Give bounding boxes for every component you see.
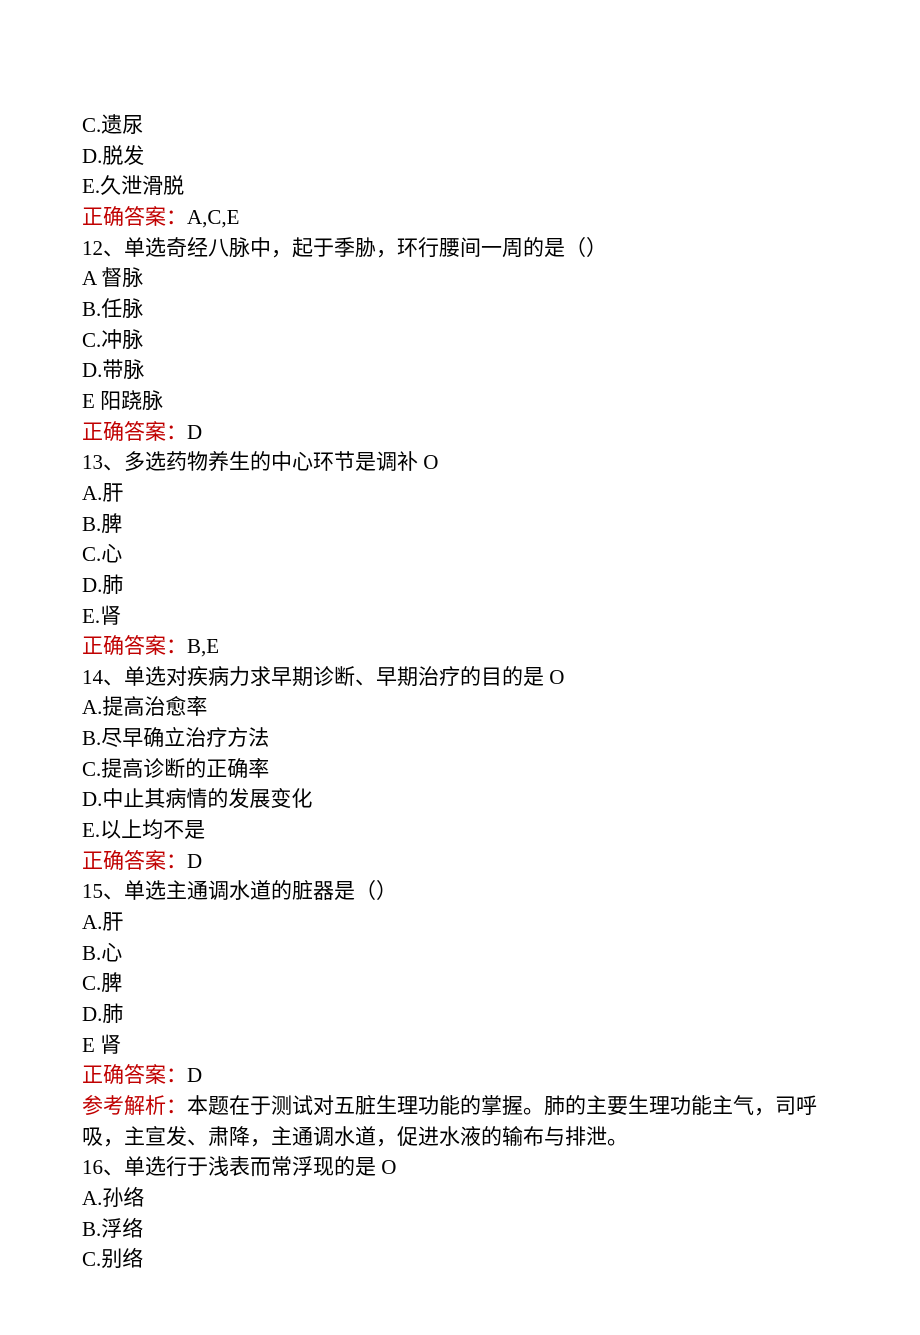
q16-option-b: B.浮络 <box>82 1214 838 1245</box>
q12-stem: 12、单选奇经八脉中，起于季胁，环行腰间一周的是（） <box>82 233 838 264</box>
q16-option-a: A.孙络 <box>82 1183 838 1214</box>
q13-option-e: E.肾 <box>82 601 838 632</box>
answer-value: D <box>187 1063 202 1087</box>
q14-option-d: D.中止其病情的发展变化 <box>82 784 838 815</box>
q13-option-d: D.肺 <box>82 570 838 601</box>
q14-stem: 14、单选对疾病力求早期诊断、早期治疗的目的是 O <box>82 662 838 693</box>
q15-option-c: C.脾 <box>82 968 838 999</box>
q16-stem: 16、单选行于浅表而常浮现的是 O <box>82 1152 838 1183</box>
q15-option-a: A.肝 <box>82 907 838 938</box>
q11-answer: 正确答案：A,C,E <box>82 202 838 233</box>
q13-answer: 正确答案：B,E <box>82 631 838 662</box>
answer-label: 正确答案： <box>82 634 187 658</box>
q15-answer: 正确答案：D <box>82 1060 838 1091</box>
q12-option-d: D.带脉 <box>82 355 838 386</box>
explanation-label: 参考解析： <box>82 1094 187 1118</box>
q12-option-a: A 督脉 <box>82 263 838 294</box>
q13-stem: 13、多选药物养生的中心环节是调补 O <box>82 447 838 478</box>
answer-value: D <box>187 420 202 444</box>
q11-option-e: E.久泄滑脱 <box>82 171 838 202</box>
q12-answer: 正确答案：D <box>82 417 838 448</box>
q13-option-b: B.脾 <box>82 509 838 540</box>
q13-option-c: C.心 <box>82 539 838 570</box>
q12-option-c: C.冲脉 <box>82 325 838 356</box>
answer-label: 正确答案： <box>82 420 187 444</box>
answer-label: 正确答案： <box>82 849 187 873</box>
q14-option-c: C.提高诊断的正确率 <box>82 754 838 785</box>
explanation-text: 本题在于测试对五脏生理功能的掌握。肺的主要生理功能主气，司呼吸，主宣发、肃降，主… <box>82 1094 817 1149</box>
answer-value: A,C,E <box>187 205 240 229</box>
q13-option-a: A.肝 <box>82 478 838 509</box>
q12-option-b: B.任脉 <box>82 294 838 325</box>
answer-label: 正确答案： <box>82 205 187 229</box>
q12-option-e: E 阳跷脉 <box>82 386 838 417</box>
q14-answer: 正确答案：D <box>82 846 838 877</box>
q15-option-e: E 肾 <box>82 1030 838 1061</box>
q11-option-d: D.脱发 <box>82 141 838 172</box>
q14-option-e: E.以上均不是 <box>82 815 838 846</box>
q14-option-b: B.尽早确立治疗方法 <box>82 723 838 754</box>
q11-option-c: C.遗尿 <box>82 110 838 141</box>
answer-value: D <box>187 849 202 873</box>
q16-option-c: C.别络 <box>82 1244 838 1275</box>
answer-label: 正确答案： <box>82 1063 187 1087</box>
q14-option-a: A.提高治愈率 <box>82 692 838 723</box>
q15-option-b: B.心 <box>82 938 838 969</box>
answer-value: B,E <box>187 634 219 658</box>
q15-option-d: D.肺 <box>82 999 838 1030</box>
q15-stem: 15、单选主通调水道的脏器是（） <box>82 876 838 907</box>
q15-explanation: 参考解析：本题在于测试对五脏生理功能的掌握。肺的主要生理功能主气，司呼吸，主宣发… <box>82 1091 838 1152</box>
